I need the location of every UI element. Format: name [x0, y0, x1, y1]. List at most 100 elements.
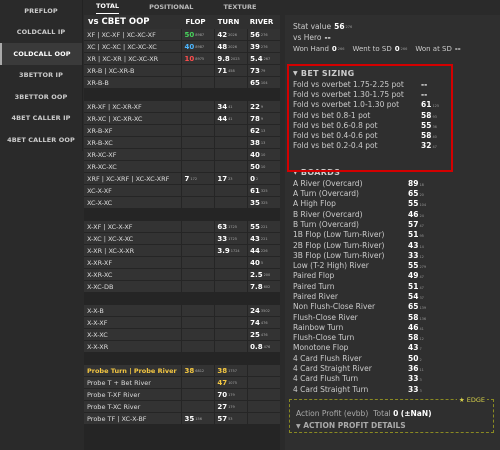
cell-river-count: 3502	[260, 308, 270, 313]
table-row[interactable]: XR-XC-XC 50 10	[84, 161, 281, 172]
table-row[interactable]: X-XC-DB 7.8 602	[84, 281, 281, 292]
boards-label: B Turn (Overcard)	[293, 219, 359, 229]
cell-flop-count: 172	[190, 176, 198, 181]
table-row[interactable]: X-X-XR 0.8 476	[84, 341, 281, 352]
cell-river: 50 10	[248, 161, 281, 172]
cell-flop-value: 10	[184, 54, 195, 63]
action-profit-row: Action Profit (evbb) Total 0 (±NaN)	[296, 409, 432, 418]
table-row[interactable]: XC-X-XF 61 325	[84, 185, 281, 196]
table-row[interactable]: XC | XC-XC | XC-XC-XC 40 8987 48 2026 39 276	[84, 41, 281, 52]
cell-river-value: 0	[250, 174, 256, 183]
cell-river-value: 2.5	[250, 270, 263, 279]
tab-texture[interactable]: TEXTURE	[223, 3, 256, 14]
table-row[interactable]: XR-B | XC-XR-B 71 458 73 79	[84, 65, 281, 76]
boards-label: Low (T-2 High) River	[293, 261, 369, 271]
table-row[interactable]: XC-X-XC 35 325	[84, 197, 281, 208]
tab-total[interactable]: TOTAL	[96, 2, 120, 14]
table-row[interactable]: X-XC | XC-X-XC 33 1725 43 221	[84, 233, 281, 244]
sidebar-item-coldcall-oop[interactable]: COLDCALL OOP	[0, 43, 83, 65]
went-sd-label: Went to SD	[352, 44, 392, 53]
boards-row: Flush-Close Turn 5812	[285, 333, 500, 343]
cell-flop	[182, 401, 215, 412]
table-title: vs CBET OOP	[88, 17, 150, 27]
boards-label: Paired Turn	[293, 281, 335, 291]
cell-river: 40 5	[248, 257, 281, 268]
sidebar-item-3bettor-oop[interactable]: 3BETTOR OOP	[0, 86, 83, 108]
won-hand-label: Won Hand	[293, 44, 329, 53]
boards-value: 4624	[408, 210, 424, 219]
sidebar-item-preflop[interactable]: PREFLOP	[0, 0, 83, 22]
table-row[interactable]: Probe T-XF River 70 179	[84, 389, 281, 400]
cell-turn	[215, 281, 248, 292]
boards-count: 139	[419, 306, 427, 311]
total-extra: (±NaN)	[400, 409, 432, 418]
table-row[interactable]: XR-B-XC 38 13	[84, 137, 281, 148]
table-row[interactable]: XR-XF | XC-XR-XF 34 41 22 9	[84, 101, 281, 112]
table-row[interactable]: X-X-XC 25 476	[84, 329, 281, 340]
boards-count: 47	[419, 285, 424, 290]
table-row[interactable]: X-X-B 24 3502	[84, 305, 281, 316]
cell-river: 65 104	[248, 77, 281, 88]
table-row[interactable]: XR-XC | XC-XR-XC 44 41 78 9	[84, 113, 281, 124]
table-row[interactable]: X-XR-XF 40 5	[84, 257, 281, 268]
boards-label: B River (Overcard)	[293, 209, 363, 219]
boards-row: 1B Flop (Low Turn-River) 5195	[285, 230, 500, 240]
cell-turn-count: 1725	[228, 224, 237, 229]
table-row[interactable]: X-X-XF 74 476	[84, 317, 281, 328]
edge-panel: ★ EDGE Action Profit (evbb) Total 0 (±NaN…	[289, 396, 494, 433]
table-row[interactable]: XR-B-XF 62 13	[84, 125, 281, 136]
sidebar-item-coldcall-ip[interactable]: COLDCALL IP	[0, 21, 83, 43]
cell-turn	[215, 329, 248, 340]
sidebar-item-4bet-caller-ip[interactable]: 4BET CALLER IP	[0, 107, 83, 129]
table-row[interactable]: XF | XC-XF | XC-XC-XF 50 8987 42 2026 56 276	[84, 29, 281, 40]
tab-positional[interactable]: POSITIONAL	[149, 3, 193, 14]
table-row[interactable]: Probe T-XC River 27 179	[84, 401, 281, 412]
vs-hero: --	[324, 33, 331, 42]
table-row[interactable]: XR-B-B 65 104	[84, 77, 281, 88]
boards-row: Paired Flop 4947	[285, 271, 500, 281]
cell-river-count: 221	[260, 236, 268, 241]
row-name: Probe T-XC River	[84, 401, 182, 412]
boards-label: 4 Card Flush River	[293, 353, 362, 363]
boards-label: Paired River	[293, 291, 338, 301]
cell-flop-count: 156	[195, 416, 202, 421]
table-row[interactable]: XRF | XC-XRF | XC-XC-XRF 7 172 17 23 0 2	[84, 173, 281, 184]
boards-row: Monotone Flop 437	[285, 343, 500, 353]
cell-river-value: 40	[250, 258, 260, 267]
table-rows: XF | XC-XF | XC-XC-XF 50 8987 42 2026 56 276 XC…	[84, 29, 281, 424]
boards-label: 1B Flop (Low Turn-River)	[293, 230, 385, 240]
cell-flop	[182, 281, 215, 292]
col-flop: FLOP	[185, 18, 206, 26]
table-row[interactable]: Probe Turn | Probe River 38 6812 38 1757	[84, 365, 281, 376]
boards-row: Paired River 5437	[285, 291, 500, 301]
boards-count: 279	[419, 265, 427, 270]
table-row[interactable]: Probe T + Bet River 47 1075	[84, 377, 281, 388]
cell-river-value: 0.8	[250, 342, 263, 351]
cell-river-value: 44	[250, 246, 260, 255]
cell-river	[248, 413, 281, 424]
row-name: XR-XC | XC-XR-XC	[84, 113, 182, 124]
table-row[interactable]: X-XF | XC-X-XF 63 1725 55 221	[84, 221, 281, 232]
table-header: vs CBET OOP FLOP TURN RIVER	[84, 15, 280, 29]
cell-turn-count: 179	[228, 404, 235, 409]
boards-value: 5747	[408, 220, 424, 229]
table-row[interactable]: Probe TF | XC-X-BF 35 156 57 53	[84, 413, 281, 424]
cell-turn-count: 2023	[230, 56, 240, 61]
table-row[interactable]: XR | XC-XR | XC-XC-XR 10 8975 9.8 2023 5.4 267	[84, 53, 281, 64]
cell-flop	[182, 65, 215, 76]
row-name: X-XC | XC-X-XC	[84, 233, 182, 244]
row-name: XC-X-XF	[84, 185, 182, 196]
cell-turn: 70 179	[215, 389, 248, 400]
table-row[interactable]: XR-XC-XF 40 10	[84, 149, 281, 160]
cell-turn-value: 27	[217, 402, 228, 411]
cell-flop	[182, 125, 215, 136]
action-profit-details[interactable]: ▼ ACTION PROFIT DETAILS	[296, 421, 406, 430]
boards-row: 4 Card Flush River 502	[285, 353, 500, 363]
boards-label: 3B Flop (Low Turn-River)	[293, 250, 385, 260]
sidebar-item-3bettor-ip[interactable]: 3BETTOR IP	[0, 64, 83, 86]
table-row[interactable]: X-XR | XC-X-XR 3.9 1724 44 226	[84, 245, 281, 256]
table-row[interactable]: X-XR-XC 2.5 200	[84, 269, 281, 280]
boards-value-num: 65	[408, 189, 419, 199]
went-sd-sub: 266	[400, 46, 408, 51]
sidebar-item-4bet-caller-oop[interactable]: 4BET CALLER OOP	[0, 129, 83, 151]
